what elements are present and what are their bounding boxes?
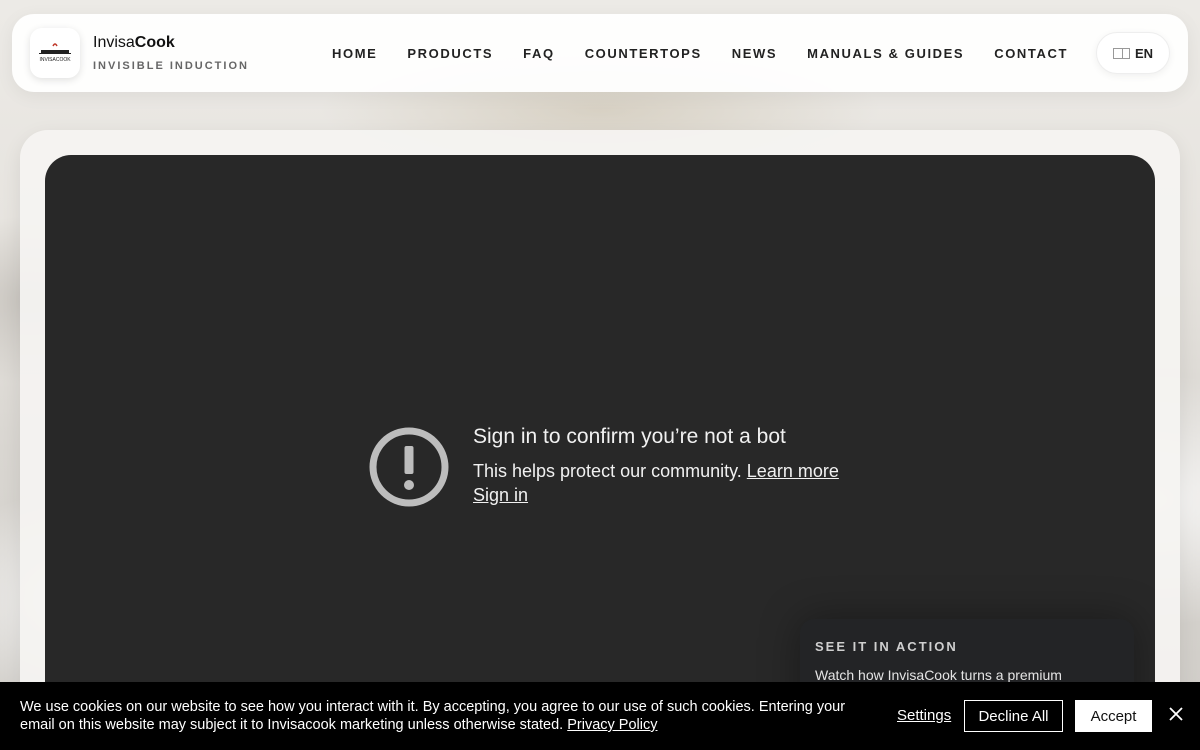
brand-tagline: INVISIBLE INDUCTION [93, 60, 249, 72]
brand-name[interactable]: InvisaCook [93, 34, 175, 52]
nav-manuals-guides[interactable]: MANUALS & GUIDES [807, 46, 964, 61]
close-icon[interactable] [1168, 706, 1184, 722]
video-error-subtitle: This helps protect our community. Learn … [473, 461, 839, 481]
accept-button[interactable]: Accept [1075, 700, 1152, 732]
sign-in-link[interactable]: Sign in [473, 485, 528, 506]
uk-flag-icon [1112, 47, 1130, 59]
video-embed[interactable]: Sign in to confirm you’re not a bot This… [45, 155, 1155, 750]
nav-home[interactable]: HOME [332, 46, 377, 61]
learn-more-link[interactable]: Learn more [747, 461, 839, 481]
cookie-text: We use cookies on our website to see how… [20, 699, 846, 733]
site-header: INVISACOOK InvisaCook INVISIBLE INDUCTIO… [12, 14, 1188, 92]
main-nav: HOME PRODUCTS FAQ COUNTERTOPS NEWS MANUA… [332, 46, 1098, 61]
decline-all-button[interactable]: Decline All [964, 700, 1063, 732]
language-label: EN [1134, 45, 1154, 61]
logo[interactable]: INVISACOOK [30, 28, 80, 78]
nav-contact[interactable]: CONTACT [994, 46, 1068, 61]
cookie-settings-link[interactable]: Settings [897, 707, 951, 724]
exclamation-circle-icon [369, 427, 449, 507]
nav-faq[interactable]: FAQ [523, 46, 555, 61]
video-error-title: Sign in to confirm you’re not a bot [473, 425, 786, 448]
action-title: SEE IT IN ACTION [815, 639, 958, 654]
privacy-policy-link[interactable]: Privacy Policy [567, 717, 657, 733]
video-card: Sign in to confirm you’re not a bot This… [20, 130, 1180, 750]
action-text: Watch how InvisaCook turns a premium [815, 667, 1062, 683]
nav-countertops[interactable]: COUNTERTOPS [585, 46, 702, 61]
language-switcher[interactable]: EN [1096, 32, 1170, 74]
cookie-banner: We use cookies on our website to see how… [0, 682, 1200, 750]
logo-mark-icon: INVISACOOK [39, 43, 71, 63]
nav-products[interactable]: PRODUCTS [407, 46, 493, 61]
svg-text:INVISACOOK: INVISACOOK [39, 57, 71, 63]
nav-news[interactable]: NEWS [732, 46, 777, 61]
